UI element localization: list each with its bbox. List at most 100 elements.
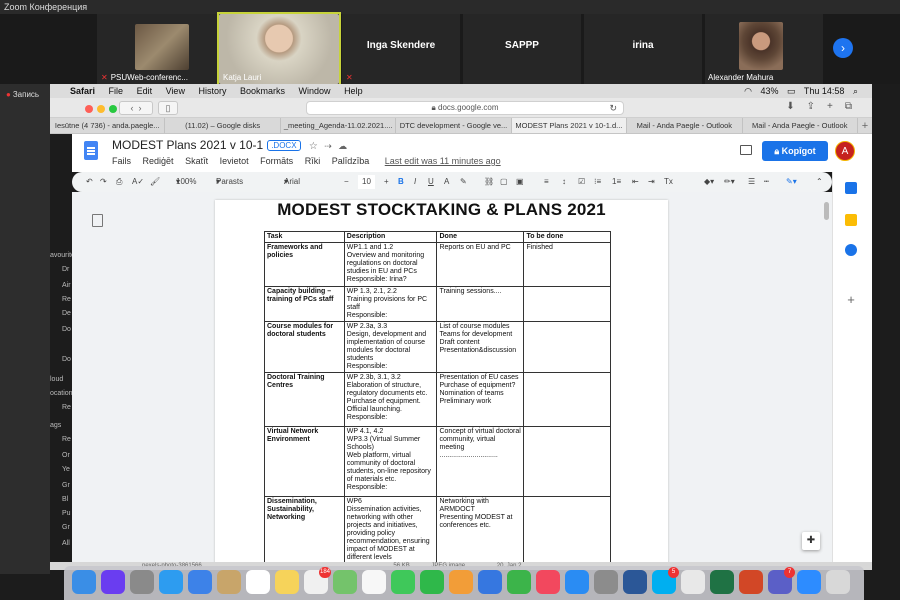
font-dropdown[interactable]: Arial Narrow ▾ bbox=[284, 172, 310, 206]
font-size-input[interactable]: 10 bbox=[358, 175, 375, 189]
vertical-scrollbar[interactable] bbox=[824, 202, 829, 220]
calendar-icon[interactable] bbox=[246, 570, 270, 594]
collapse-menu-chevron-up-icon[interactable]: ⌃ bbox=[816, 172, 823, 192]
font-size-increase-icon[interactable]: + bbox=[384, 172, 389, 192]
description-cell[interactable]: WP6 Dissemination activities, networking… bbox=[343, 496, 438, 562]
clock[interactable]: Thu 14:58 bbox=[804, 86, 845, 96]
search-icon[interactable]: ⌕ bbox=[853, 86, 858, 96]
facetime-icon[interactable] bbox=[420, 570, 444, 594]
participant-tile-katja[interactable]: Katja Lauri bbox=[217, 12, 341, 86]
done-cell[interactable]: Reports on EU and PC bbox=[436, 242, 525, 287]
description-cell[interactable]: WP 2.3a, 3.3 Design, development and imp… bbox=[343, 321, 438, 373]
task-cell[interactable]: Dissemination, Sustainability, Networkin… bbox=[264, 496, 345, 562]
music-icon[interactable] bbox=[536, 570, 560, 594]
to-be-done-cell[interactable] bbox=[523, 496, 611, 562]
to-be-done-cell[interactable]: Finished bbox=[523, 242, 611, 287]
bulleted-list-icon[interactable]: ⁝≡ bbox=[594, 172, 601, 192]
google-docs-icon[interactable] bbox=[84, 141, 98, 160]
menu-help[interactable]: Help bbox=[344, 86, 363, 96]
menu-riki[interactable]: Rīki bbox=[305, 156, 321, 166]
decrease-indent-icon[interactable]: ⇤ bbox=[632, 172, 639, 192]
zoom-icon[interactable] bbox=[797, 570, 821, 594]
menu-window[interactable]: Window bbox=[299, 86, 331, 96]
link-icon[interactable]: ⛓ bbox=[484, 172, 494, 192]
mail-icon[interactable] bbox=[188, 570, 212, 594]
fill-color-icon[interactable]: ◆▾ bbox=[704, 172, 714, 192]
menu-formats[interactable]: Formāts bbox=[260, 156, 293, 166]
new-tab-icon[interactable]: + bbox=[827, 101, 833, 112]
menu-edit[interactable]: Edit bbox=[137, 86, 153, 96]
maps-icon[interactable] bbox=[333, 570, 357, 594]
document-outline-icon[interactable] bbox=[92, 214, 103, 227]
tasks-icon[interactable] bbox=[845, 244, 857, 256]
calendar-icon[interactable] bbox=[845, 182, 857, 194]
menu-file[interactable]: File bbox=[109, 86, 124, 96]
text-color-icon[interactable]: A bbox=[444, 172, 449, 192]
italic-icon[interactable]: I bbox=[414, 172, 416, 192]
chrome-app-icon[interactable] bbox=[681, 570, 705, 594]
word-icon[interactable] bbox=[623, 570, 647, 594]
pages-icon[interactable] bbox=[449, 570, 473, 594]
underline-icon[interactable]: U bbox=[428, 172, 434, 192]
safari-icon[interactable] bbox=[159, 570, 183, 594]
done-cell[interactable]: Training sessions.... bbox=[436, 286, 525, 322]
redo-icon[interactable]: ↷ bbox=[100, 172, 107, 192]
highlight-icon[interactable]: ✎ bbox=[460, 172, 467, 192]
trash-icon[interactable] bbox=[826, 570, 850, 594]
done-cell[interactable]: Networking with ARMDOCT Presenting MODES… bbox=[436, 496, 525, 562]
bold-icon[interactable]: B bbox=[398, 172, 404, 192]
cloud-status-icon[interactable]: ☁ bbox=[338, 141, 347, 151]
move-icon[interactable]: ⇢ bbox=[324, 141, 332, 151]
menu-skatit[interactable]: Skatīt bbox=[185, 156, 208, 166]
to-be-done-cell[interactable] bbox=[523, 286, 611, 322]
tab-google-drive[interactable]: (11.02) – Google disks bbox=[165, 118, 281, 133]
task-cell[interactable]: Doctoral Training Centres bbox=[264, 372, 345, 427]
participant-tile-irina[interactable]: irina bbox=[584, 14, 702, 84]
teams-icon[interactable]: 7 bbox=[768, 567, 795, 594]
description-cell[interactable]: WP 2.3b, 3.1, 3.2 Elaboration of structu… bbox=[343, 372, 438, 427]
spellcheck-icon[interactable]: A✓ bbox=[132, 172, 144, 192]
finder-icon[interactable] bbox=[72, 570, 96, 594]
close-window-icon[interactable] bbox=[85, 105, 93, 113]
menu-safari[interactable]: Safari bbox=[70, 86, 95, 96]
reminders-icon[interactable]: 184 bbox=[304, 567, 331, 594]
border-width-icon[interactable]: ☰ bbox=[748, 172, 755, 192]
document-title[interactable]: MODEST Plans 2021 v 10-1 .DOCX ☆ ⇢ ☁ bbox=[112, 138, 347, 152]
powerpoint-icon[interactable] bbox=[739, 570, 763, 594]
done-cell[interactable]: Concept of virtual doctoral community, v… bbox=[436, 426, 525, 497]
menu-rediget[interactable]: Rediģēt bbox=[143, 156, 174, 166]
style-dropdown[interactable]: Parasts tek... ▾ bbox=[216, 172, 243, 206]
menu-bookmarks[interactable]: Bookmarks bbox=[240, 86, 285, 96]
description-cell[interactable]: WP1.1 and 1.2 Overview and monitoring re… bbox=[343, 242, 438, 287]
messages-icon[interactable] bbox=[391, 570, 415, 594]
skype-icon[interactable]: 5 bbox=[652, 567, 679, 594]
description-cell[interactable]: WP 4.1, 4.2 WP3.3 (Virtual Summer School… bbox=[343, 426, 438, 497]
minimize-window-icon[interactable] bbox=[97, 105, 105, 113]
comment-history-icon[interactable] bbox=[740, 145, 752, 155]
add-tab-icon[interactable]: + bbox=[858, 118, 872, 133]
to-be-done-cell[interactable] bbox=[523, 426, 611, 497]
task-cell[interactable]: Course modules for doctoral students bbox=[264, 321, 345, 373]
zoom-window-icon[interactable] bbox=[109, 105, 117, 113]
reload-icon[interactable]: ↻ bbox=[609, 102, 617, 114]
to-be-done-cell[interactable] bbox=[523, 372, 611, 427]
undo-icon[interactable]: ↶ bbox=[86, 172, 93, 192]
address-bar[interactable]: 🔒︎ docs.google.com ↻ bbox=[306, 101, 624, 115]
border-color-icon[interactable]: ✏▾ bbox=[724, 172, 735, 192]
menu-fails[interactable]: Fails bbox=[112, 156, 131, 166]
tab-overview-icon[interactable]: ⧉ bbox=[845, 101, 852, 112]
tab-meeting-agenda[interactable]: _meeting_Agenda-11.02.2021.... bbox=[281, 118, 397, 133]
sidebar-toggle-button[interactable]: ▯ bbox=[158, 101, 178, 115]
line-spacing-icon[interactable]: ↕ bbox=[562, 172, 566, 192]
menu-palidziba[interactable]: Palīdzība bbox=[332, 156, 370, 166]
tab-dtc-development[interactable]: DTC development - Google ve... bbox=[396, 118, 512, 133]
user-avatar[interactable]: A bbox=[835, 141, 855, 161]
align-icon[interactable]: ≡ bbox=[544, 172, 549, 192]
font-size-decrease-icon[interactable]: − bbox=[344, 172, 349, 192]
next-page-arrow-icon[interactable]: › bbox=[833, 38, 853, 58]
wifi-icon[interactable]: ◠ bbox=[744, 86, 752, 96]
star-icon[interactable]: ☆ bbox=[309, 141, 318, 152]
paint-format-icon[interactable]: 🖌︎ bbox=[150, 172, 160, 192]
description-cell[interactable]: WP 1.3, 2.1, 2.2 Training provisions for… bbox=[343, 286, 438, 322]
clear-formatting-icon[interactable]: Tx bbox=[664, 172, 673, 192]
